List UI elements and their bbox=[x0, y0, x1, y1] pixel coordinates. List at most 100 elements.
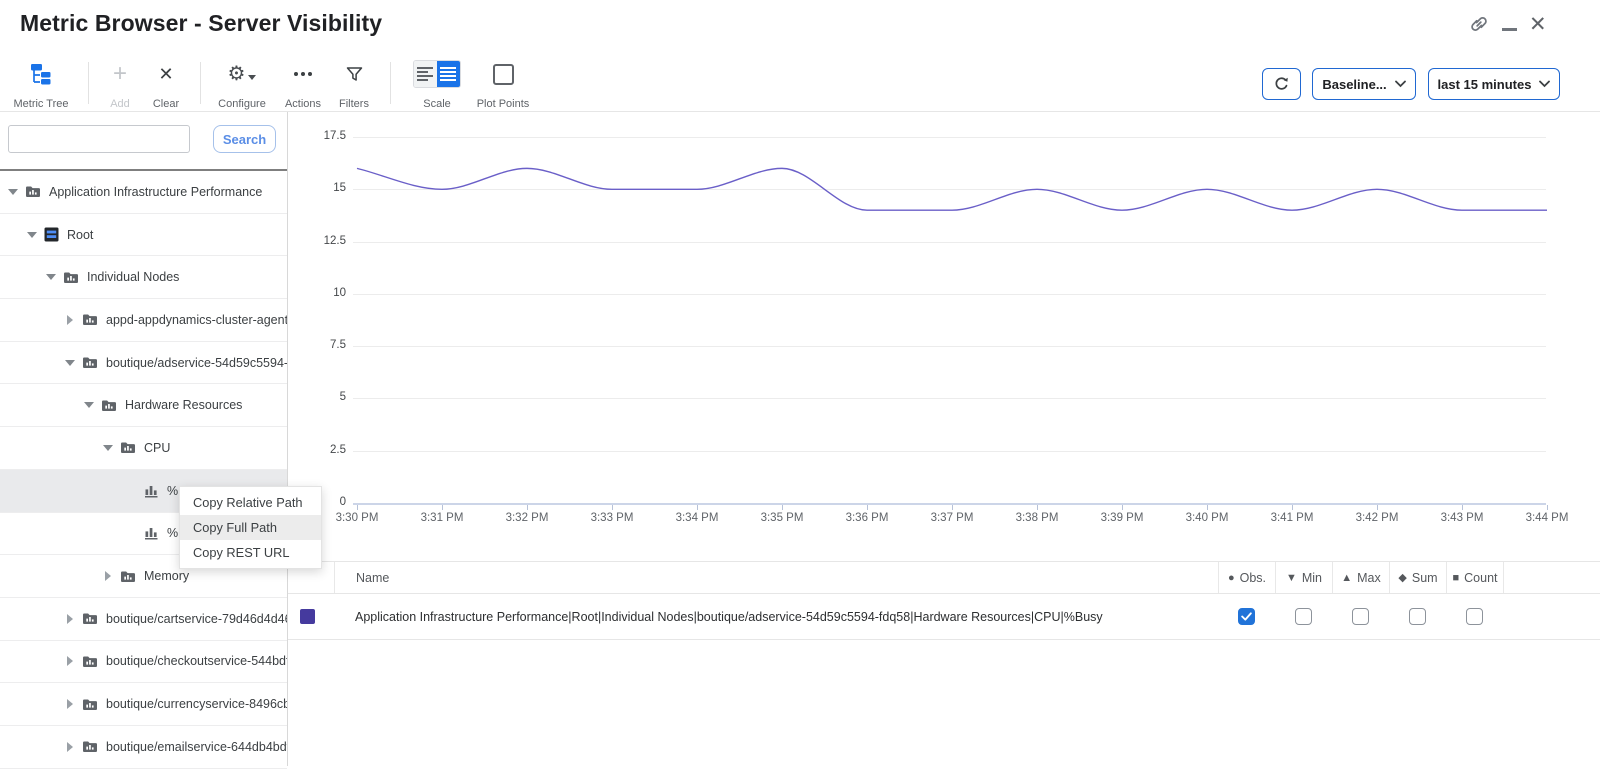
max-glyph-icon: ▲ bbox=[1341, 572, 1352, 584]
metric-tree-button[interactable]: Metric Tree bbox=[10, 58, 72, 110]
clear-button[interactable]: ✕ Clear bbox=[145, 58, 187, 110]
caret-right-icon[interactable] bbox=[63, 315, 77, 325]
scale-label: Scale bbox=[423, 98, 451, 110]
obs-checkbox[interactable] bbox=[1238, 608, 1255, 625]
plot-points-label: Plot Points bbox=[477, 98, 530, 110]
count-glyph-icon: ■ bbox=[1452, 572, 1459, 584]
clear-label: Clear bbox=[153, 98, 179, 110]
metric-icon bbox=[144, 526, 159, 540]
column-header-obs: ●Obs. bbox=[1218, 562, 1275, 593]
column-header-sum: ◆Sum bbox=[1389, 562, 1446, 593]
clear-icon: ✕ bbox=[158, 58, 173, 90]
page-title: Metric Browser - Server Visibility bbox=[20, 10, 382, 37]
actions-label: Actions bbox=[285, 98, 321, 110]
search-input[interactable] bbox=[8, 125, 190, 153]
tree-item-boutique-emailservice-644db4bdf8-lc[interactable]: boutique/emailservice-644db4bdf8-lc bbox=[0, 726, 287, 769]
toolbar-separator bbox=[88, 62, 89, 104]
funnel-icon bbox=[346, 58, 363, 90]
menu-item-copy-relative-path[interactable]: Copy Relative Path bbox=[180, 490, 321, 515]
chart-line-series bbox=[357, 168, 1547, 210]
configure-button[interactable]: ⚙ Configure bbox=[212, 58, 272, 110]
header-tail-cell bbox=[1503, 562, 1600, 593]
menu-item-copy-full-path[interactable]: Copy Full Path bbox=[180, 515, 321, 540]
time-range-dropdown[interactable]: last 15 minutes bbox=[1428, 68, 1560, 100]
caret-right-icon[interactable] bbox=[63, 742, 77, 752]
folder-chart-icon bbox=[82, 698, 98, 711]
tree-item-label: boutique/cartservice-79d46d4d46-9b bbox=[106, 612, 287, 626]
metric-tree-icon bbox=[29, 58, 54, 90]
sum-checkbox[interactable] bbox=[1409, 608, 1426, 625]
folder-chart-icon bbox=[120, 441, 136, 454]
metric-tree: Application Infrastructure Performance Ro… bbox=[0, 171, 287, 769]
count-checkbox[interactable] bbox=[1466, 608, 1483, 625]
caret-down-icon[interactable] bbox=[101, 445, 115, 451]
caret-down-icon[interactable] bbox=[63, 360, 77, 366]
tree-item-label: CPU bbox=[144, 441, 170, 455]
metric-table: Name ●Obs.▼Min▲Max◆Sum■Count Application… bbox=[288, 561, 1600, 640]
tree-item-appd-appdynamics-cluster-agent-app[interactable]: appd-appdynamics-cluster-agent-app bbox=[0, 299, 287, 342]
baseline-dropdown-label: Baseline... bbox=[1322, 77, 1386, 92]
search-button[interactable]: Search bbox=[213, 125, 276, 153]
caret-right-icon[interactable] bbox=[101, 571, 115, 581]
caret-down-icon[interactable] bbox=[6, 189, 20, 195]
add-label: Add bbox=[110, 98, 130, 110]
scale-toggle[interactable]: Scale bbox=[408, 58, 466, 110]
tree-item-boutique-checkoutservice-544bdf649[interactable]: boutique/checkoutservice-544bdf649 bbox=[0, 641, 287, 684]
tree-item-individual-nodes[interactable]: Individual Nodes bbox=[0, 256, 287, 299]
actions-button[interactable]: Actions bbox=[276, 58, 330, 110]
gear-icon: ⚙ bbox=[228, 58, 257, 90]
add-icon: + bbox=[113, 58, 127, 90]
tree-item-application-infrastructure-performance[interactable]: Application Infrastructure Performance bbox=[0, 171, 287, 214]
tree-item-boutique-currencyservice-8496cb5c7[interactable]: boutique/currencyservice-8496cb5c7 bbox=[0, 683, 287, 726]
chevron-down-icon bbox=[1539, 80, 1550, 88]
scale-log-icon-selected[interactable] bbox=[437, 61, 460, 87]
caret-down-icon[interactable] bbox=[25, 232, 39, 238]
chart-canvas bbox=[288, 112, 1600, 562]
toolbar-separator bbox=[390, 62, 391, 104]
tree-item-root[interactable]: Root bbox=[0, 214, 287, 257]
min-checkbox[interactable] bbox=[1295, 608, 1312, 625]
obs-glyph-icon: ● bbox=[1228, 572, 1235, 584]
tree-item-label: Memory bbox=[144, 569, 189, 583]
caret-down-icon[interactable] bbox=[44, 274, 58, 280]
scale-linear-icon[interactable] bbox=[414, 61, 437, 87]
tree-item-cpu[interactable]: CPU bbox=[0, 427, 287, 470]
plot-points-checkbox[interactable]: Plot Points bbox=[470, 58, 536, 110]
plot-points-box[interactable] bbox=[493, 64, 514, 85]
chevron-down-icon bbox=[1395, 80, 1406, 88]
caret-right-icon[interactable] bbox=[63, 614, 77, 624]
caret-right-icon[interactable] bbox=[63, 656, 77, 666]
baseline-dropdown[interactable]: Baseline... bbox=[1312, 68, 1416, 100]
context-menu: Copy Relative PathCopy Full PathCopy RES… bbox=[179, 486, 322, 569]
max-checkbox[interactable] bbox=[1352, 608, 1369, 625]
tree-item-label: boutique/checkoutservice-544bdf649 bbox=[106, 654, 287, 668]
tree-item-hardware-resources[interactable]: Hardware Resources bbox=[0, 384, 287, 427]
filters-label: Filters bbox=[339, 98, 369, 110]
ellipsis-icon bbox=[294, 58, 312, 90]
tree-item-boutique-cartservice-79d46d4d46-9b[interactable]: boutique/cartservice-79d46d4d46-9b bbox=[0, 598, 287, 641]
folder-chart-icon bbox=[63, 271, 79, 284]
refresh-button[interactable] bbox=[1262, 68, 1301, 100]
filters-button[interactable]: Filters bbox=[331, 58, 377, 110]
menu-item-copy-rest-url[interactable]: Copy REST URL bbox=[180, 540, 321, 565]
folder-chart-icon bbox=[82, 655, 98, 668]
root-icon bbox=[44, 227, 59, 242]
tree-item-label: Root bbox=[67, 228, 93, 242]
close-icon[interactable]: ✕ bbox=[1529, 12, 1547, 37]
minimize-icon[interactable] bbox=[1502, 28, 1517, 31]
folder-chart-icon bbox=[82, 313, 98, 326]
tree-item-boutique-adservice-54d59c5594-fdq5[interactable]: boutique/adservice-54d59c5594-fdq5 bbox=[0, 342, 287, 385]
column-header-min: ▼Min bbox=[1275, 562, 1332, 593]
column-header-count: ■Count bbox=[1446, 562, 1503, 593]
folder-chart-icon bbox=[101, 399, 117, 412]
folder-chart-icon bbox=[82, 740, 98, 753]
caret-right-icon[interactable] bbox=[63, 699, 77, 709]
link-icon[interactable] bbox=[1468, 13, 1490, 40]
time-range-dropdown-label: last 15 minutes bbox=[1438, 77, 1532, 92]
metric-chart: 02.557.51012.51517.53:30 PM3:31 PM3:32 P… bbox=[288, 112, 1600, 562]
table-header-row: Name ●Obs.▼Min▲Max◆Sum■Count bbox=[288, 561, 1600, 594]
tree-item-label: Application Infrastructure Performance bbox=[49, 185, 262, 199]
caret-down-icon[interactable] bbox=[82, 402, 96, 408]
toolbar-separator bbox=[200, 62, 201, 104]
metric-tree-label: Metric Tree bbox=[13, 98, 68, 110]
